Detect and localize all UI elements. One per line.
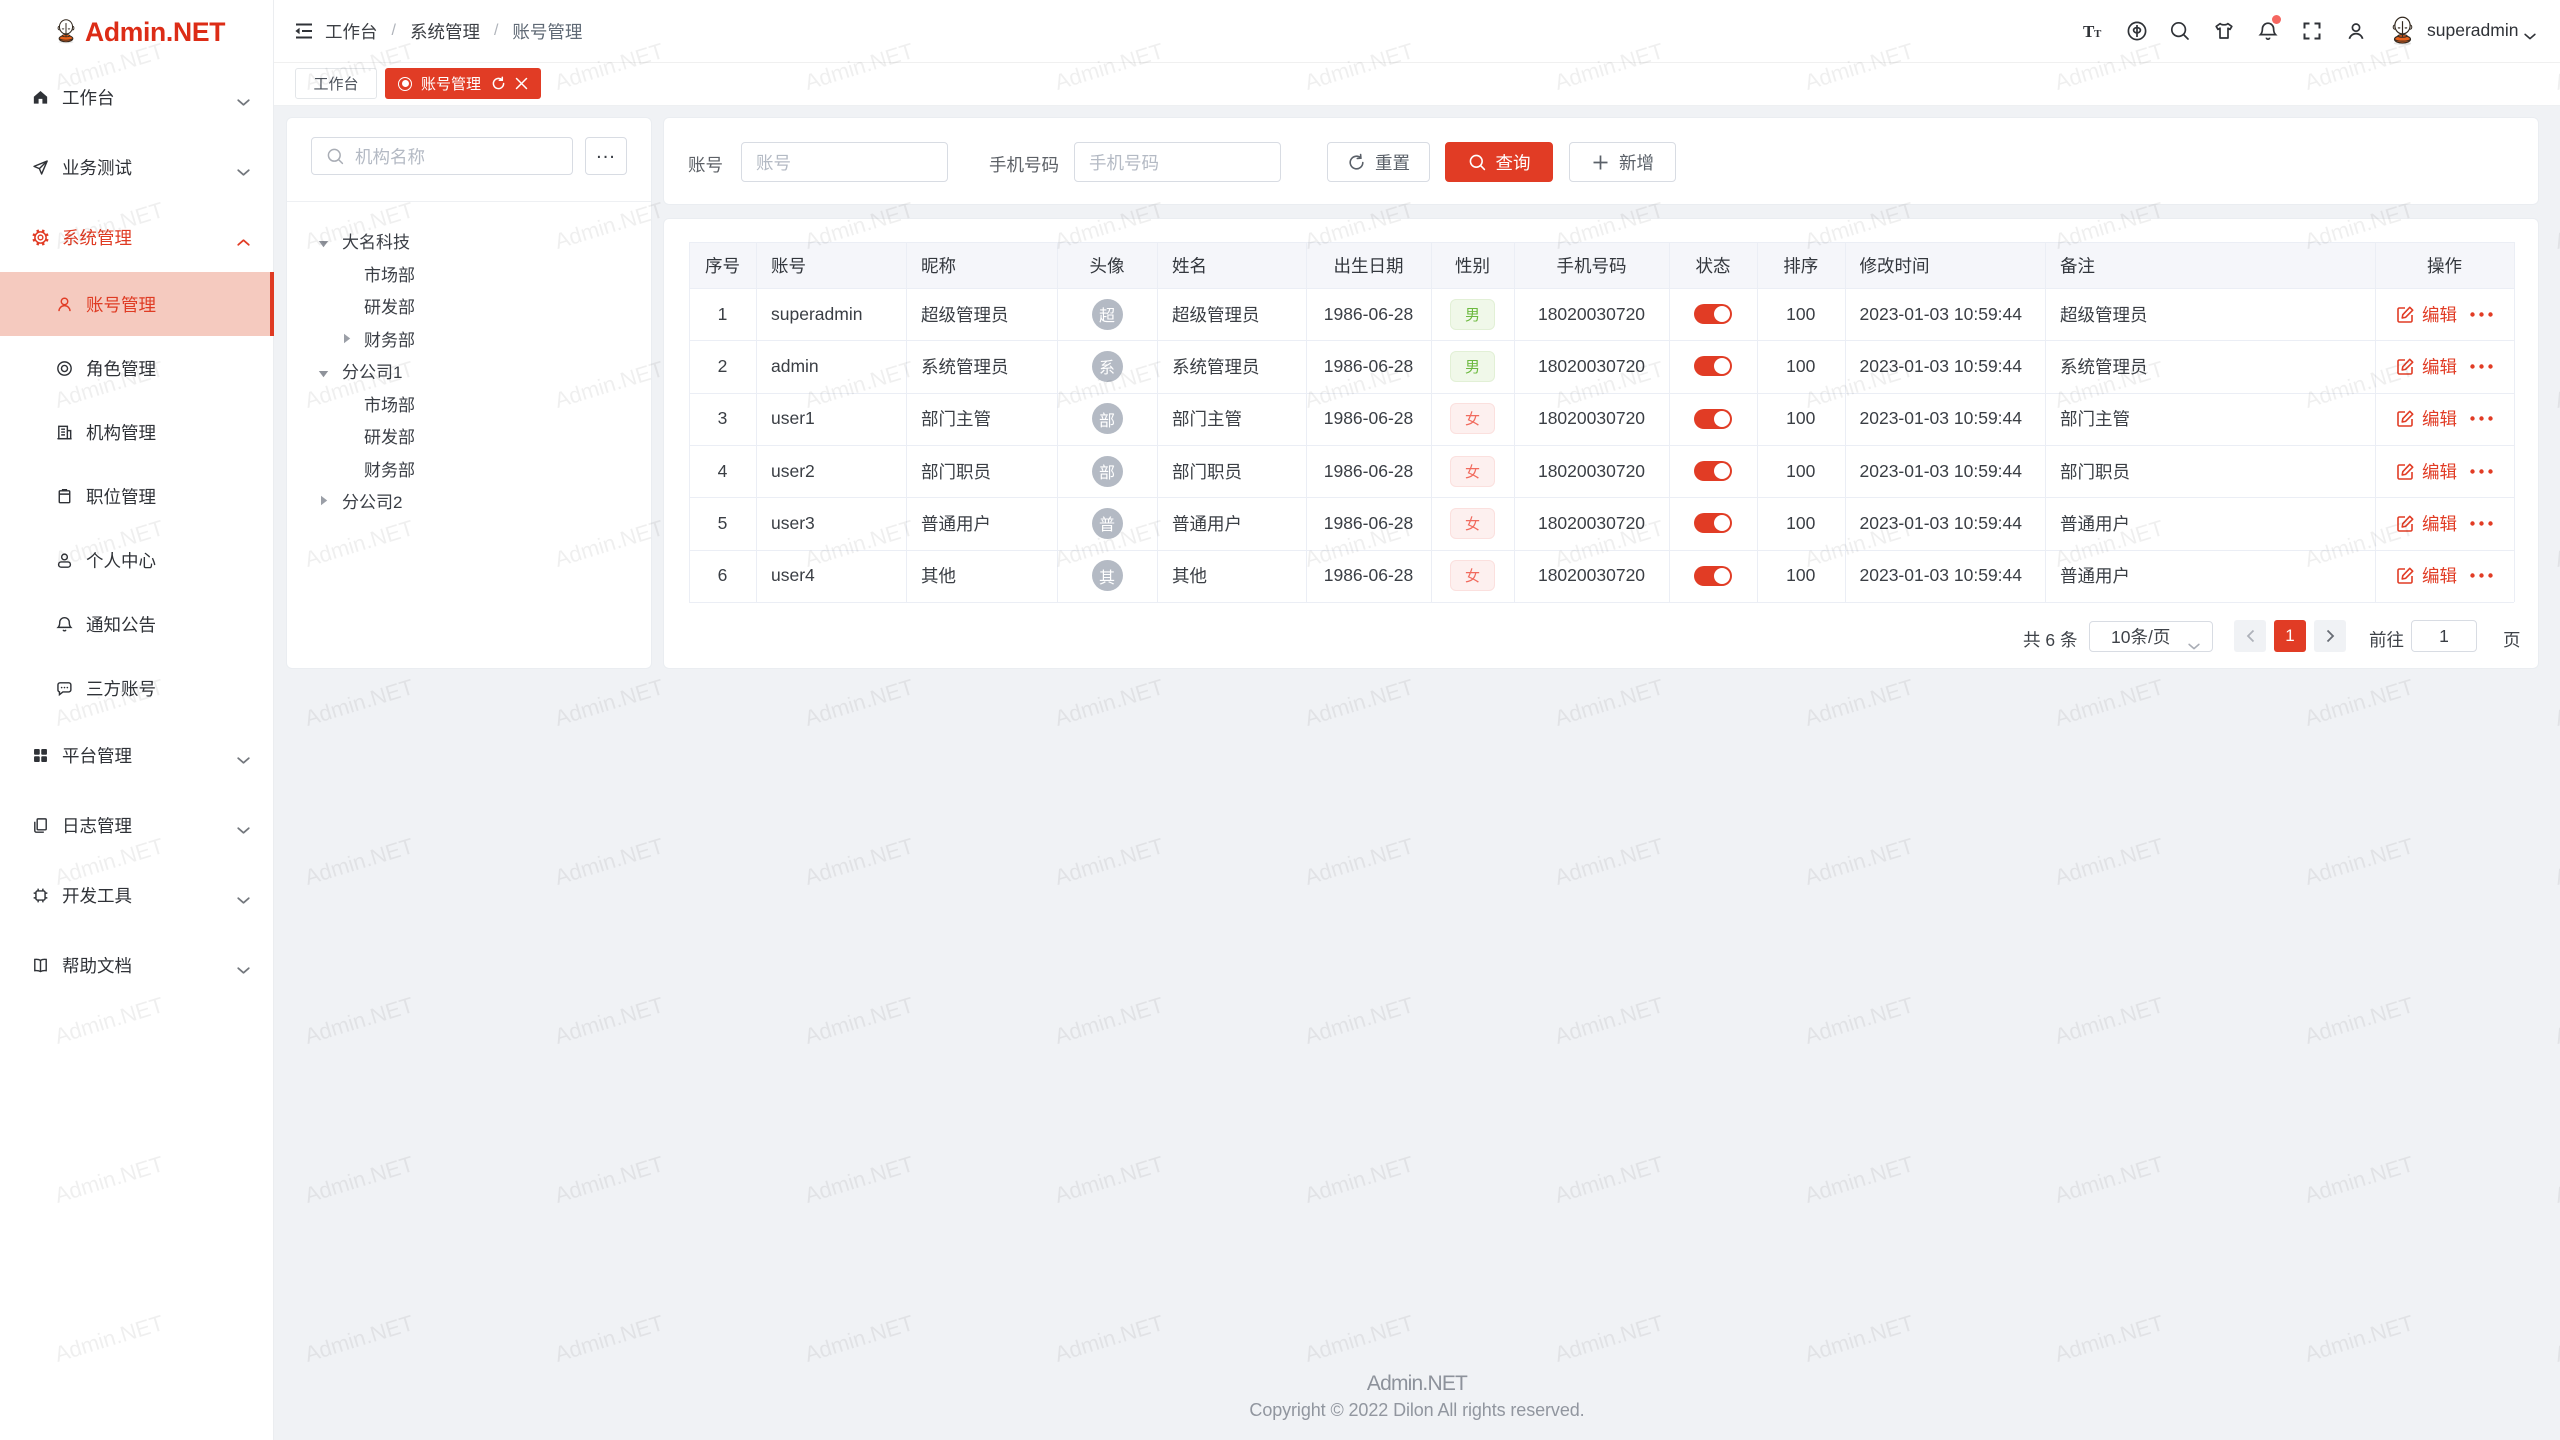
- svg-text:T: T: [2094, 28, 2102, 40]
